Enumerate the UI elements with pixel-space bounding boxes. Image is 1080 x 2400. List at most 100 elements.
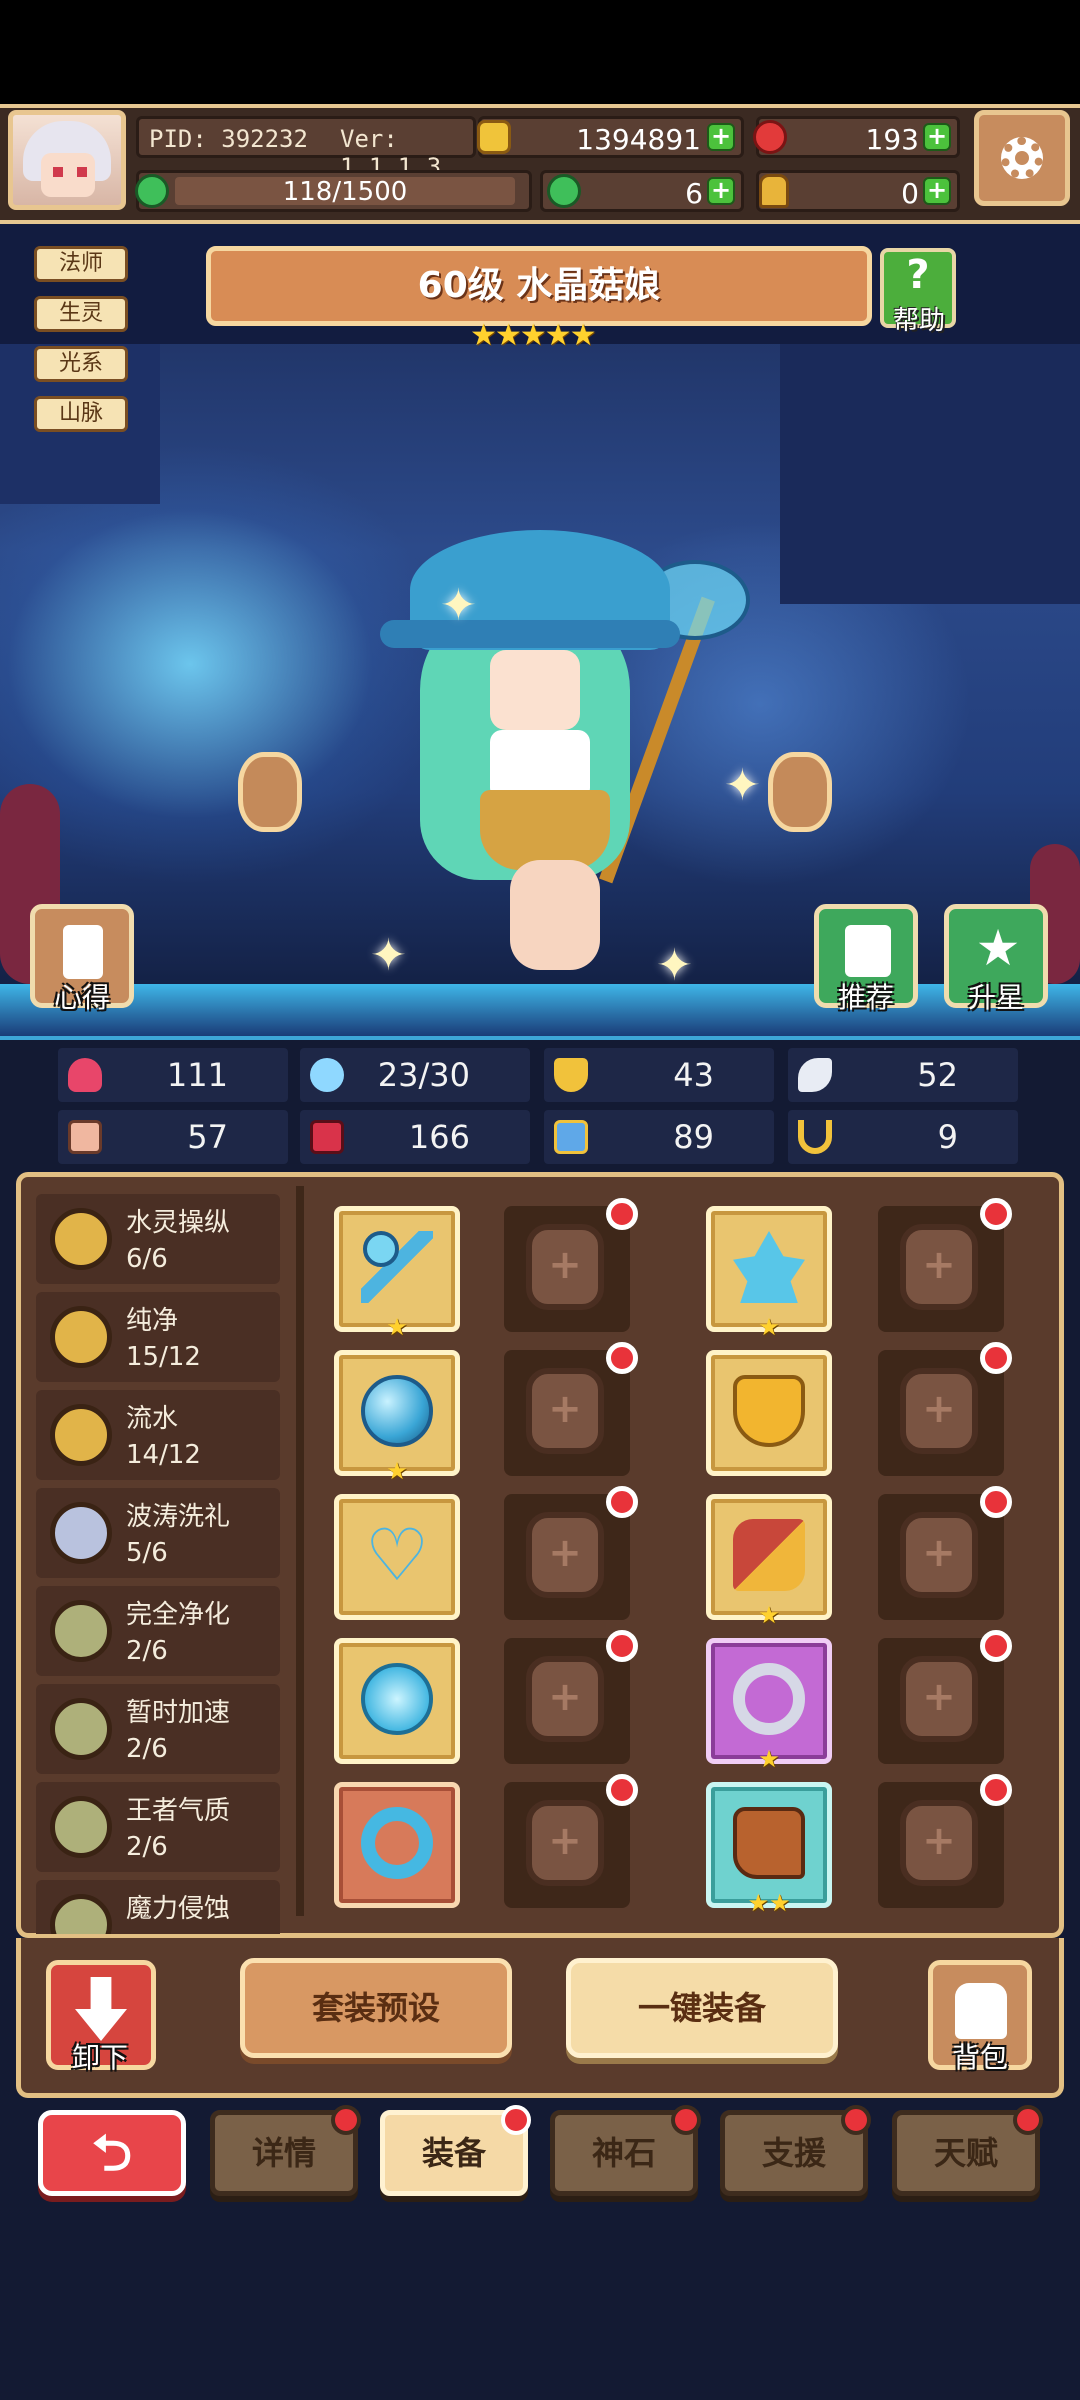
plus-icon: + <box>922 1674 956 1720</box>
star-icon: ★ <box>975 919 1021 977</box>
hero-character <box>380 490 700 1010</box>
gold-amount: 1394891 <box>576 123 701 156</box>
empty-equipment-slot[interactable]: + <box>504 1486 638 1620</box>
add-clover-button[interactable]: + <box>707 177 735 205</box>
silver-ring-icon <box>733 1663 805 1735</box>
plus-icon: + <box>548 1674 582 1720</box>
set-preset-label: 套装预设 <box>311 1989 440 2027</box>
stat-value: 23/30 <box>377 1056 470 1094</box>
notification-dot <box>980 1486 1012 1518</box>
previous-hero-button[interactable] <box>238 752 302 832</box>
tag-class: 法师 <box>34 246 128 282</box>
skill-item[interactable]: 暂时加速 2/6 <box>36 1684 280 1774</box>
skill-name: 完全净化 <box>126 1600 231 1630</box>
stat-value: 89 <box>673 1118 714 1156</box>
item-stars: ★ <box>758 1745 780 1773</box>
skill-medal-icon <box>50 1698 112 1760</box>
arrow-down-icon <box>75 1977 127 2041</box>
version-box: Ver: 1.1.1.3 <box>330 116 480 181</box>
skill-name: 王者气质 <box>126 1796 231 1826</box>
status-bar <box>0 0 1080 104</box>
plus-icon: + <box>922 1386 956 1432</box>
empty-equipment-slot[interactable]: + <box>504 1774 638 1908</box>
tab-talent[interactable]: 天赋 <box>892 2105 1043 2196</box>
empty-equipment-slot[interactable]: + <box>504 1198 638 1332</box>
add-red-gem-button[interactable]: + <box>923 123 951 151</box>
notification-dot <box>606 1486 638 1518</box>
empty-equipment-slot[interactable]: + <box>504 1630 638 1764</box>
skill-item[interactable]: 水灵操纵 6/6 <box>36 1194 280 1284</box>
scroll-icon <box>63 925 103 979</box>
key-box: 0 + <box>756 170 960 212</box>
stat-value: 57 <box>187 1118 228 1156</box>
tab-details[interactable]: 详情 <box>210 2105 361 2196</box>
skill-item[interactable]: 纯净 15/12 <box>36 1292 280 1382</box>
stat-mana: 23/30 <box>300 1048 530 1102</box>
gold-box: 1394891 + <box>477 116 744 158</box>
bag-label: 背包 <box>951 2041 1008 2074</box>
set-preset-button[interactable]: 套装预设 <box>240 1958 512 2058</box>
skill-item[interactable]: 魔力侵蚀 <box>36 1880 280 1934</box>
add-gold-button[interactable]: + <box>707 123 735 151</box>
empty-equipment-slot[interactable]: + <box>504 1342 638 1476</box>
equipped-orb-slot[interactable]: ★ <box>334 1350 460 1485</box>
equip-all-button[interactable]: 一键装备 <box>566 1958 838 2058</box>
tab-divine-stone[interactable]: 神石 <box>550 2105 701 2196</box>
skill-medal-icon <box>50 1208 112 1270</box>
tab-support[interactable]: 支援 <box>720 2105 871 2196</box>
equipped-gem-slot[interactable] <box>334 1638 460 1764</box>
notification-dot <box>606 1630 638 1662</box>
skill-item[interactable]: 完全净化 2/6 <box>36 1586 280 1676</box>
skill-item[interactable]: 波涛洗礼 5/6 <box>36 1488 280 1578</box>
notification-dot <box>606 1342 638 1374</box>
skill-item[interactable]: 流水 14/12 <box>36 1390 280 1480</box>
red-gem-box: 193 + <box>753 116 960 158</box>
equipped-boots-slot[interactable]: ★★ <box>706 1782 832 1917</box>
next-hero-button[interactable] <box>768 752 832 832</box>
hero-title-plate: 60级 水晶菇娘 <box>206 246 872 326</box>
equipped-staff-slot[interactable]: ★ <box>334 1206 460 1341</box>
energy-bar: 118/1500 <box>135 170 532 212</box>
stat-defense: 43 <box>544 1048 774 1102</box>
stat-hp: 111 <box>58 1048 288 1102</box>
crystal-hat-icon <box>733 1231 805 1303</box>
notification-dot <box>501 2105 531 2135</box>
empty-equipment-slot[interactable]: + <box>878 1630 1012 1764</box>
skill-name: 流水 <box>126 1404 179 1434</box>
equipped-armor-slot[interactable] <box>706 1350 832 1476</box>
item-stars: ★ <box>758 1601 780 1629</box>
skill-medal-icon <box>50 1796 112 1858</box>
equipped-hat-slot[interactable]: ★ <box>706 1206 832 1341</box>
skill-progress: 5/6 <box>126 1538 168 1568</box>
plus-icon: + <box>548 1818 582 1864</box>
empty-equipment-slot[interactable]: + <box>878 1342 1012 1476</box>
tab-equipment[interactable]: 装备 <box>380 2105 531 2196</box>
skill-item[interactable]: 王者气质 2/6 <box>36 1782 280 1872</box>
notification-dot <box>841 2105 871 2135</box>
pid-text: PID: 392232 <box>149 125 308 153</box>
skill-name: 暂时加速 <box>126 1698 231 1728</box>
empty-equipment-slot[interactable]: + <box>878 1774 1012 1908</box>
equipped-amulet-slot[interactable]: ♡ <box>334 1494 460 1620</box>
equipped-bracelet-slot[interactable] <box>334 1782 460 1908</box>
panel-divider <box>296 1186 304 1916</box>
equipped-ring-slot[interactable]: ★ <box>706 1638 832 1773</box>
player-avatar[interactable] <box>8 110 126 210</box>
back-button[interactable]: ⮌ <box>38 2110 186 2196</box>
set-skill-list[interactable]: 水灵操纵 6/6 纯净 15/12 流水 14/12 波涛洗礼 5/6 完全净化… <box>36 1194 280 1934</box>
skill-progress: 14/12 <box>126 1440 201 1470</box>
stat-agility: 89 <box>544 1110 774 1164</box>
empty-equipment-slot[interactable]: + <box>878 1198 1012 1332</box>
skill-progress: 6/6 <box>126 1244 168 1274</box>
equipped-gauntlet-slot[interactable]: ★ <box>706 1494 832 1629</box>
settings-button[interactable] <box>974 110 1070 206</box>
empty-equipment-slot[interactable]: + <box>878 1486 1012 1620</box>
star-up-label: 升星 <box>967 981 1024 1014</box>
action-bar <box>16 1938 1064 2098</box>
red-gem-amount: 193 <box>865 123 919 156</box>
notification-dot <box>980 1198 1012 1230</box>
aqua-ring-icon <box>361 1807 433 1879</box>
stat-attack: 57 <box>58 1110 288 1164</box>
add-key-button[interactable]: + <box>923 177 951 205</box>
key-amount: 0 <box>901 177 919 210</box>
